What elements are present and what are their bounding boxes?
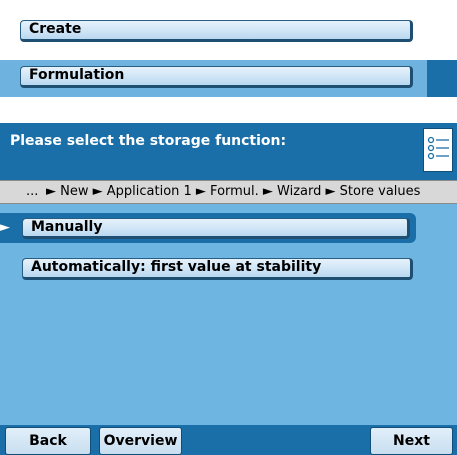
back-button[interactable]: Back — [5, 427, 91, 455]
selection-arrow-icon: ► — [0, 220, 10, 235]
breadcrumb-ellipsis: ... — [26, 184, 39, 199]
dialog-title: Please select the storage function: — [10, 133, 287, 149]
create-button[interactable]: Create — [20, 20, 413, 42]
overview-button[interactable]: Overview — [99, 427, 182, 455]
dialog-header: Please select the storage function: — [0, 123, 457, 180]
breadcrumb: ... ► New ► Application 1 ► Formul. ► Wi… — [0, 180, 457, 204]
option-automatic-button[interactable]: Automatically: first value at stability — [22, 258, 413, 280]
breadcrumb-path: ► New ► Application 1 ► Formul. ► Wizard… — [46, 184, 421, 199]
option-manually-button[interactable]: Manually — [22, 218, 410, 239]
formulation-button[interactable]: Formulation — [20, 66, 413, 88]
storage-function-dialog: Please select the storage function: ... … — [0, 123, 457, 455]
formulation-side-tab[interactable] — [427, 60, 457, 97]
list-icon[interactable] — [423, 128, 453, 172]
next-button[interactable]: Next — [370, 427, 453, 455]
